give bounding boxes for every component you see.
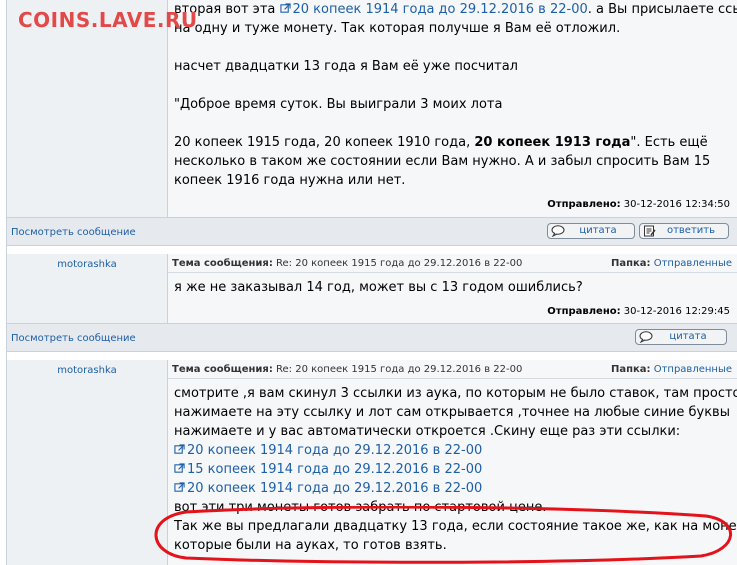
folder-link[interactable]: Отправленные	[654, 364, 732, 375]
author-column: motorashka	[7, 360, 168, 565]
message-post-2: motorashka Тема сообщения: Re: 20 копеек…	[7, 254, 737, 323]
folder-link[interactable]: Отправленные	[654, 258, 732, 269]
message-post-1: вторая вот эта 20 копеек 1914 года до 29…	[7, 0, 737, 217]
divider	[168, 378, 737, 379]
message-line: я же не заказывал 14 год, может вы с 13 …	[174, 280, 583, 295]
message-line: "Доброе время суток. Вы выиграли 3 моих …	[174, 97, 503, 112]
site-watermark: COINS.LAVE.RU	[18, 8, 198, 32]
external-link-icon	[174, 444, 185, 454]
message-line: смотрите ,я вам скинул 3 ссылки из аука,…	[174, 386, 737, 401]
external-link-icon	[174, 463, 185, 473]
quote-button[interactable]: цитата	[547, 223, 635, 239]
message-subject: Тема сообщения: Re: 20 копеек 1915 года …	[172, 258, 523, 269]
author-name[interactable]: motorashka	[7, 365, 167, 376]
message-body: вторая вот эта 20 копеек 1914 года до 29…	[168, 0, 737, 217]
message-actions-bar: Посмотреть сообщение цитата	[7, 323, 737, 352]
message-line: 20 копеек 1915 года, 20 копеек 1910 года…	[174, 135, 708, 150]
message-line: вторая вот эта 20 копеек 1914 года до 29…	[174, 2, 737, 17]
message-folder: Папка: Отправленные	[610, 258, 732, 269]
message-body: Тема сообщения: Re: 20 копеек 1915 года …	[168, 254, 737, 323]
view-message-link[interactable]: Посмотреть сообщение	[11, 227, 136, 238]
pm-message-list: вторая вот эта 20 копеек 1914 года до 29…	[6, 0, 737, 565]
external-link-icon	[279, 3, 291, 13]
message-line: несколько в таком же состоянии если Вам …	[174, 154, 711, 169]
red-highlight-oval	[154, 506, 733, 564]
message-folder: Папка: Отправленные	[610, 364, 732, 375]
sent-timestamp: Отправлено: 30-12-2016 12:29:45	[547, 306, 730, 317]
message-actions-bar: Посмотреть сообщение цитата ответить	[7, 217, 737, 246]
auction-link[interactable]: 20 копеек 1914 года до 29.12.2016 в 22-0…	[279, 2, 588, 17]
message-line: копеек 1916 года нужна или нет.	[174, 173, 406, 188]
auction-link[interactable]: 20 копеек 1914 года до 29.12.2016 в 22-0…	[174, 479, 732, 498]
auction-link[interactable]: 20 копеек 1914 года до 29.12.2016 в 22-0…	[174, 441, 732, 460]
view-message-link[interactable]: Посмотреть сообщение	[11, 333, 136, 344]
message-line: нажимаете на эту ссылку и лот сам открыв…	[174, 405, 730, 420]
external-link-icon	[174, 482, 185, 492]
author-column	[7, 0, 168, 217]
reply-button[interactable]: ответить	[639, 223, 729, 239]
sent-timestamp: Отправлено: 30-12-2016 12:34:50	[547, 199, 730, 210]
message-line: насчет двадцатки 13 года я Вам её уже по…	[174, 59, 518, 74]
message-subject: Тема сообщения: Re: 20 копеек 1915 года …	[172, 364, 523, 375]
message-line: на одну и туже монету. Так которая получ…	[174, 21, 621, 36]
divider	[168, 272, 737, 273]
message-line: нажимаете и у вас автоматически откроетс…	[174, 424, 681, 439]
quote-button[interactable]: цитата	[635, 329, 727, 345]
author-name[interactable]: motorashka	[7, 259, 167, 270]
author-column: motorashka	[7, 254, 168, 323]
auction-link[interactable]: 15 копеек 1914 года до 29.12.2016 в 22-0…	[174, 460, 732, 479]
